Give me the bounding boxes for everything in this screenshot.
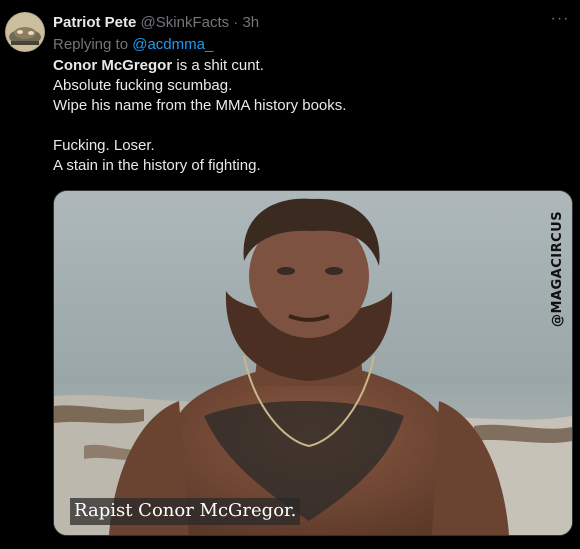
timestamp[interactable]: 3h (242, 14, 259, 31)
tweet-header: Patriot Pete @SkinkFacts · 3h (53, 13, 259, 33)
tweet-line-1-rest: is a shit cunt. (172, 57, 264, 74)
display-name[interactable]: Patriot Pete (53, 14, 136, 31)
tweet-text: Conor McGregor is a shit cunt. Absolute … (53, 56, 563, 176)
watermark-text: @MAGACIRCUS (550, 210, 565, 327)
user-handle[interactable]: @SkinkFacts (141, 14, 230, 31)
tweet-media-image[interactable]: @MAGACIRCUS Rapist Conor McGregor. (53, 190, 573, 536)
replying-prefix: Replying to (53, 36, 133, 53)
replying-to-link[interactable]: @acdmma_ (132, 36, 213, 53)
separator-dot: · (233, 14, 239, 31)
more-horizontal-icon[interactable]: ··· (550, 11, 570, 33)
tweet-line-3: Wipe his name from the MMA history books… (53, 97, 347, 114)
tweet[interactable]: Patriot Pete @SkinkFacts · 3h ··· Replyi… (0, 0, 580, 549)
image-caption: Rapist Conor McGregor. (70, 498, 301, 525)
replying-to: Replying to @acdmma_ (53, 35, 213, 55)
avatar-image (5, 12, 45, 52)
photo-shirtless-man-on-beach (54, 191, 572, 535)
tweet-line-2: Absolute fucking scumbag. (53, 77, 233, 94)
tweet-line-4: Fucking. Loser. (53, 137, 155, 154)
avatar[interactable] (5, 12, 45, 52)
tweet-line-1-bold: Conor McGregor (53, 57, 173, 74)
tweet-line-1: Conor McGregor is a shit cunt. (53, 56, 563, 76)
tweet-line-5: A stain in the history of fighting. (53, 157, 261, 174)
